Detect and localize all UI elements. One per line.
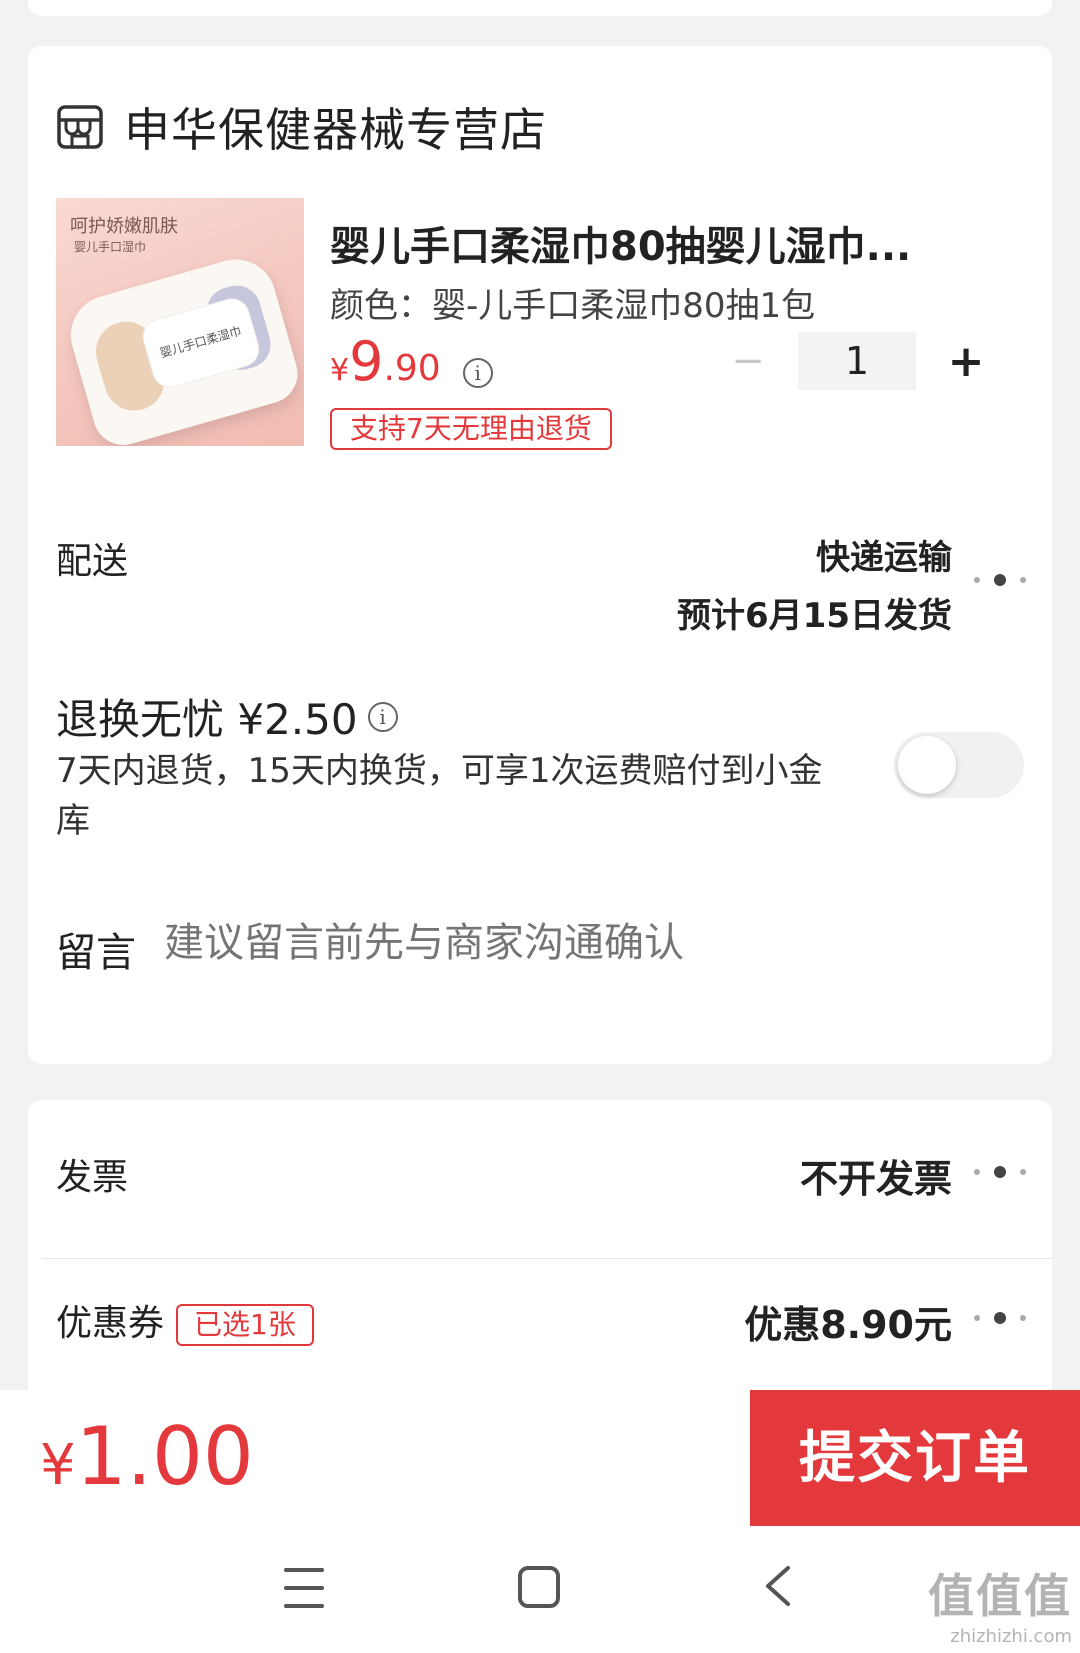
previous-card-edge: [28, 0, 1052, 16]
store-icon: [57, 105, 103, 149]
message-input[interactable]: [164, 920, 864, 966]
delivery-method[interactable]: 快递运输: [816, 530, 952, 579]
total-value: 1.00: [75, 1410, 254, 1503]
price-symbol: ¥: [330, 353, 350, 388]
invoice-coupon-card: 发票 不开发票 优惠券 已选1张 优惠8.90元: [28, 1100, 1052, 1390]
price-decimal: .90: [383, 348, 441, 389]
coupon-row: 优惠券 已选1张: [56, 1294, 314, 1346]
message-label: 留言: [56, 930, 136, 976]
coupon-value[interactable]: 优惠8.90元: [744, 1294, 952, 1349]
increase-button[interactable]: +: [936, 336, 996, 387]
coupon-label: 优惠券: [56, 1303, 165, 1344]
price-integer: 9: [349, 330, 384, 393]
coupon-selected-badge: 已选1张: [176, 1304, 314, 1346]
info-icon[interactable]: i: [367, 701, 398, 732]
total-symbol: ¥: [40, 1433, 76, 1498]
divider: [42, 1258, 1052, 1259]
checkout-bar: ¥ 1.00 提交订单: [0, 1390, 1080, 1538]
coupon-more-icon[interactable]: [974, 1308, 1026, 1328]
watermark-logo: 值值值: [928, 1569, 1072, 1623]
return-insurance-label: 退换无忧 ¥2.50: [56, 695, 358, 744]
product-image-caption: 呵护娇嫩肌肤: [70, 216, 178, 237]
invoice-label: 发票: [56, 1157, 129, 1198]
toggle-knob: [898, 736, 956, 794]
watermark: 值值值 zhizhizhi.com: [928, 1560, 1072, 1647]
order-card: 申华保健器械专营店 呵护娇嫩肌肤 婴儿手口湿巾 婴儿手口柔湿巾 婴儿手口柔湿巾8…: [28, 46, 1052, 1064]
store-name: 申华保健器械专营店: [124, 103, 547, 157]
return-policy-badge: 支持7天无理由退货: [330, 408, 612, 450]
delivery-label: 配送: [56, 541, 129, 582]
info-icon[interactable]: i: [462, 358, 493, 388]
delivery-more-icon[interactable]: [974, 570, 1026, 590]
product-image[interactable]: 呵护娇嫩肌肤 婴儿手口湿巾 婴儿手口柔湿巾: [56, 198, 304, 446]
store-header[interactable]: 申华保健器械专营店: [56, 94, 547, 160]
total-price: ¥ 1.00: [40, 1410, 254, 1503]
delivery-eta: 预计6月15日发货: [677, 596, 952, 636]
product-image-subcaption: 婴儿手口湿巾: [74, 240, 147, 254]
submit-order-button[interactable]: 提交订单: [750, 1390, 1080, 1526]
invoice-more-icon[interactable]: [974, 1162, 1026, 1182]
system-nav-bar: [0, 1538, 1080, 1653]
return-insurance-desc: 7天内退货，15天内换货，可享1次运费赔付到小金库: [56, 751, 823, 841]
home-icon[interactable]: [518, 1566, 560, 1608]
watermark-url: zhizhizhi.com: [950, 1626, 1072, 1647]
return-insurance-toggle[interactable]: [894, 732, 1024, 798]
product-price: ¥ 9 .90 i: [330, 330, 493, 393]
return-insurance-title: 退换无忧 ¥2.50 i: [56, 686, 398, 747]
menu-icon[interactable]: [284, 1568, 324, 1608]
invoice-value[interactable]: 不开发票: [800, 1148, 952, 1203]
back-icon[interactable]: [758, 1564, 798, 1608]
product-spec: 颜色：婴-儿手口柔湿巾80抽1包: [330, 286, 816, 326]
product-pack-label: 婴儿手口柔湿巾: [158, 323, 244, 361]
decrease-button[interactable]: −: [718, 338, 778, 384]
product-title[interactable]: 婴儿手口柔湿巾80抽婴儿湿巾...: [330, 214, 970, 272]
quantity-stepper: − 1 +: [718, 332, 996, 390]
quantity-input[interactable]: 1: [798, 332, 916, 390]
